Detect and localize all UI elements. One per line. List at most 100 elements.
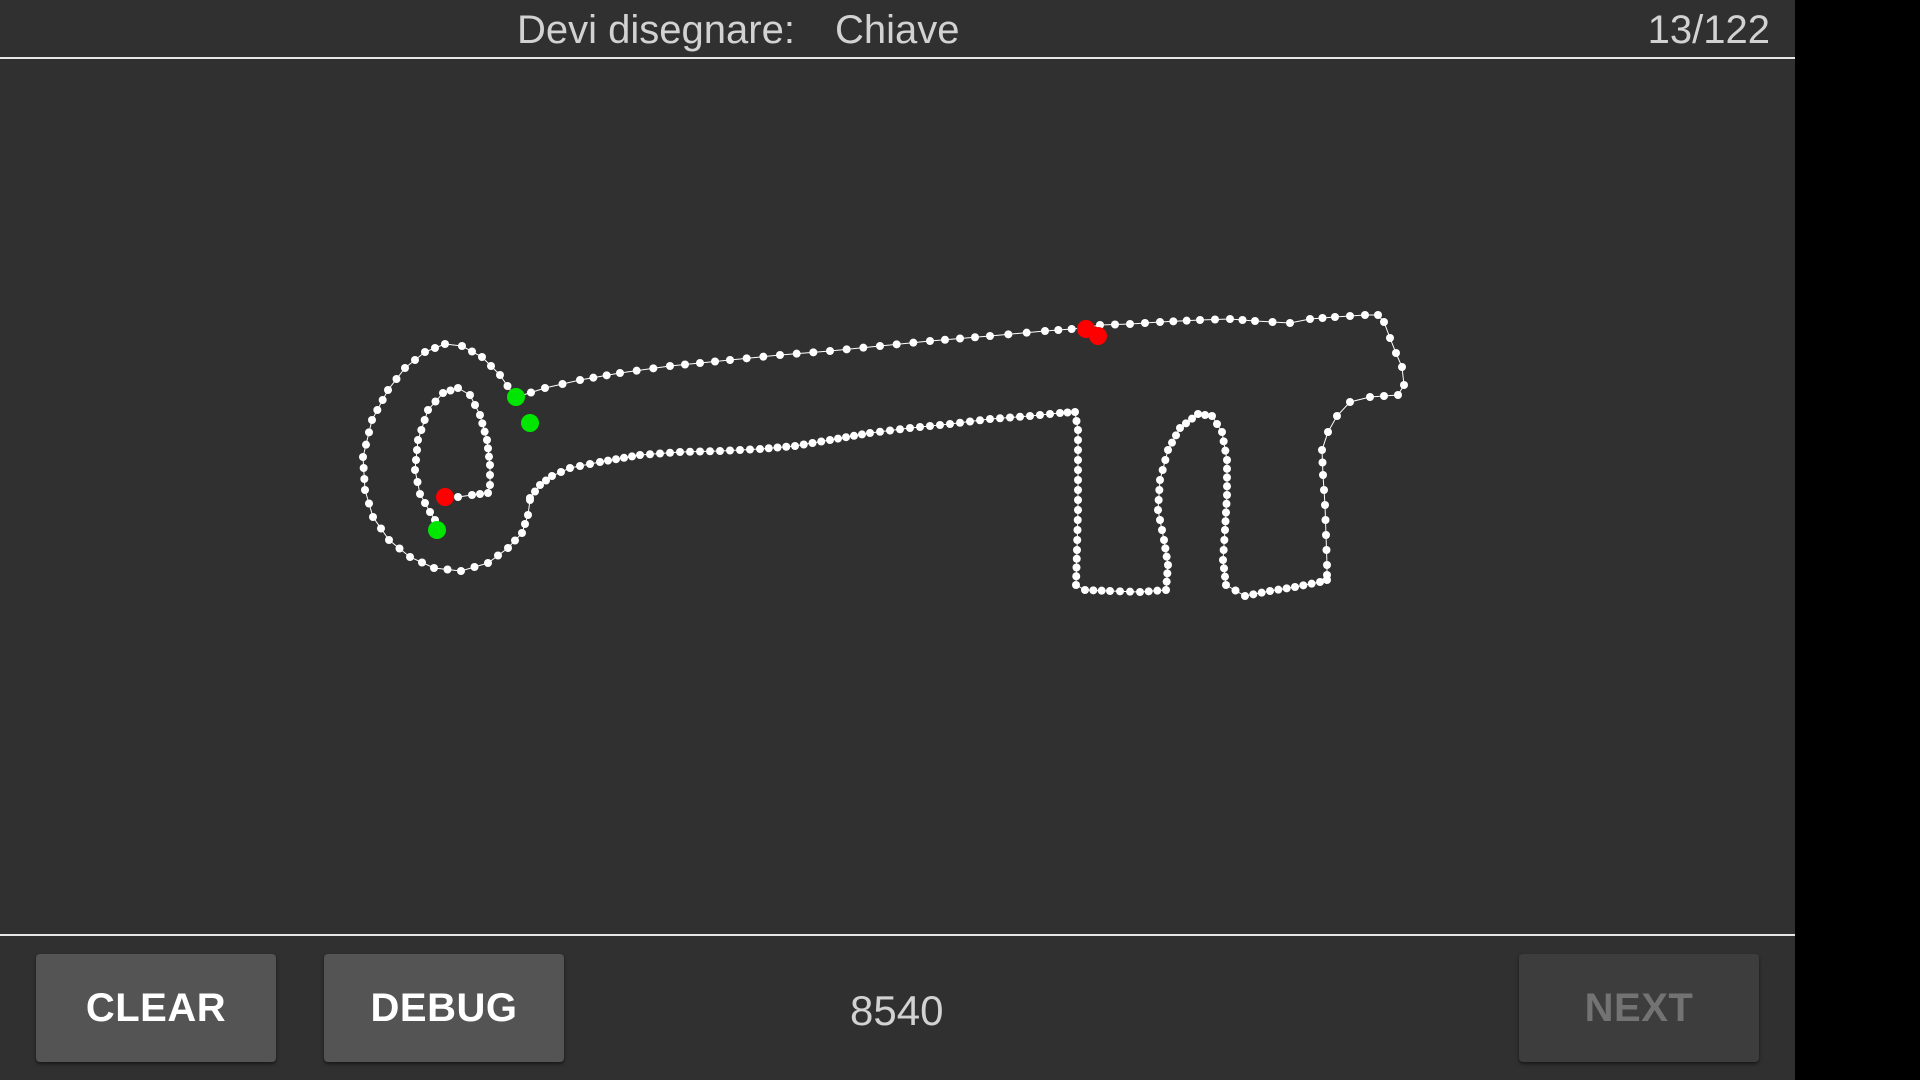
stroke-outer-bow-point [484,559,492,567]
stroke-lower-edge-point [1081,586,1089,594]
stroke-upper-edge-point [776,351,784,359]
stroke-outer-bow-point [377,524,385,533]
stroke-lower-edge-point [764,444,773,453]
stroke-outer-bow-point [359,453,367,461]
stroke-lower-edge-line [529,411,1328,597]
stroke-outer-bow-point [494,551,502,560]
stroke-lower-edge-point [706,447,714,456]
stroke-outer-bow-point [392,375,401,383]
stroke-upper-edge-point [759,352,768,361]
stroke-lower-edge-point [1116,587,1124,596]
stroke-lower-edge-point [1223,491,1231,499]
stroke-lower-edge-point [926,422,934,430]
stroke-lower-edge-point [1223,464,1231,473]
stroke-upper-edge-point [1392,349,1400,357]
stroke-inner-bow-point [476,490,484,498]
stroke-upper-edge-point [1400,381,1408,389]
stroke-lower-edge-point [531,487,539,496]
stroke-outer-bow-point [524,511,532,519]
stroke-outer-bow-point [401,364,409,372]
stroke-lower-edge-point [756,445,764,453]
stroke-upper-edge-point [1226,315,1234,323]
stroke-end-marker [1089,327,1107,345]
stroke-lower-edge-point [604,456,612,465]
stroke-lower-edge-point [1274,585,1283,594]
stroke-inner-bow-point [411,466,419,474]
stroke-lower-edge-point [936,421,944,429]
stroke-lower-edge-point [1172,431,1180,440]
stroke-lower-edge-point [1006,413,1014,422]
stroke-upper-edge-point [1346,312,1354,320]
stroke-lower-edge-point [1221,572,1229,581]
stroke-lower-edge-point [1219,437,1228,446]
stroke-lower-edge-point [716,447,724,455]
stroke-lower-edge-point [1074,436,1082,444]
stroke-lower-edge-point [1257,588,1266,597]
stroke-upper-edge-point [892,340,901,349]
stroke-lower-edge-point [858,430,866,439]
black-side-strip [1795,0,1920,1080]
stroke-lower-edge-point [1074,426,1082,434]
stroke-upper-edge-point [876,342,884,350]
stroke-upper-edge-point [1333,412,1341,420]
stroke-inner-bow-point [484,489,492,497]
stroke-lower-edge-point [1164,561,1172,569]
stroke-upper-edge-point [711,357,719,366]
stroke-lower-edge-point [1136,588,1144,596]
stroke-lower-edge-point [1126,587,1134,596]
stroke-lower-edge-point [1072,572,1081,581]
stroke-lower-edge-point [1241,592,1249,600]
stroke-inner-bow-point [468,491,476,499]
stroke-inner-bow-point [414,436,422,444]
stroke-lower-edge-point [1194,410,1202,418]
stroke-inner-bow-point [486,461,494,469]
stroke-lower-edge-point [1222,499,1231,508]
stroke-upper-edge-point [926,337,934,345]
stroke-upper-edge-point [1374,311,1382,319]
stroke-inner-bow-point [431,397,440,406]
stroke-upper-edge-point [1323,561,1331,569]
clear-button[interactable]: CLEAR [36,954,276,1062]
header-bar: Devi disegnare: Chiave 13/122 [0,0,1795,57]
stroke-lower-edge-point [866,429,874,437]
stroke-lower-edge-point [576,462,584,470]
stroke-upper-edge-point [1398,363,1406,371]
stroke-lower-edge-point [896,425,904,434]
stroke-upper-edge-point [1067,325,1076,333]
stroke-outer-bow-point [406,553,414,561]
stroke-lower-edge-point [1201,411,1209,419]
stroke-lower-edge-point [656,449,664,458]
stroke-inner-bow-point [484,444,492,453]
stroke-inner-bow-point [480,427,489,436]
next-button[interactable]: NEXT [1519,954,1759,1062]
stroke-lower-edge-point [976,416,984,425]
drawing-surface[interactable] [0,59,1795,934]
stroke-lower-edge-point [1282,584,1291,593]
stroke-lower-edge-point [1156,516,1164,524]
stroke-inner-bow-point [478,419,487,428]
stroke-upper-edge-point [1320,486,1328,494]
drawing-canvas[interactable] [0,59,1795,934]
stroke-start-marker [428,521,446,539]
stroke-upper-edge-point [742,354,751,363]
stroke-lower-edge-point [1154,496,1163,504]
stroke-lower-edge-point [1056,409,1064,417]
stroke-lower-edge-point [1162,552,1171,561]
stroke-lower-edge-point [850,431,858,440]
stroke-lower-edge-point [1222,581,1230,589]
stroke-lower-edge-point [736,446,744,454]
stroke-inner-bow-point [454,493,462,501]
stroke-lower-edge-point [1163,569,1172,578]
stroke-lower-edge-point [1154,506,1162,514]
stroke-upper-edge-point [527,388,535,397]
stroke-lower-edge-point [526,494,534,502]
stroke-upper-edge-point [589,373,598,382]
stroke-lower-edge-point [956,418,964,427]
debug-button[interactable]: DEBUG [324,954,564,1062]
stroke-lower-edge-point [1073,526,1082,534]
stroke-upper-edge-point [1380,392,1388,400]
stroke-lower-edge-point [1072,581,1080,589]
stroke-outer-bow-point [362,440,370,449]
stroke-outer-bow-point [503,382,512,390]
stroke-lower-edge-point [1072,563,1081,572]
